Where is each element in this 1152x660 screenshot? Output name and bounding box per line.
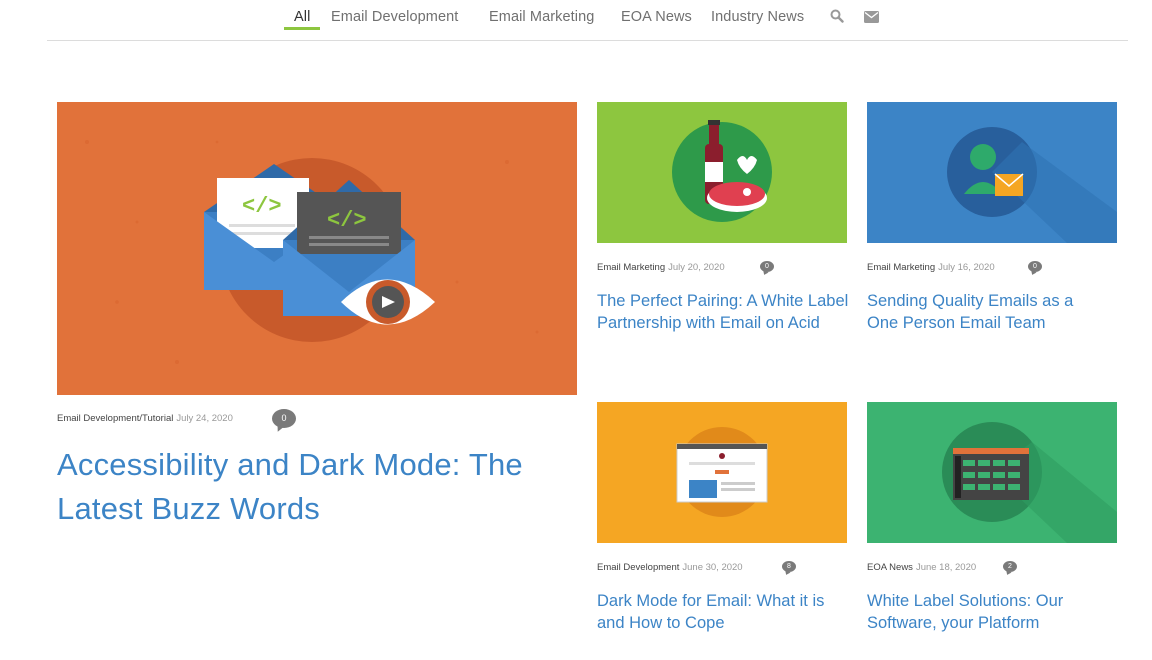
post-category[interactable]: EOA News [867,562,913,573]
post-meta: Email Marketing July 16, 2020 [867,262,995,273]
post-meta: Email Development June 30, 2020 [597,562,743,573]
post-title[interactable]: Dark Mode for Email: What it is and How … [597,590,847,634]
nav-item-email-marketing[interactable]: Email Marketing [489,9,594,25]
post-thumbnail[interactable] [867,102,1117,243]
svg-text:</>: </> [242,194,282,219]
comment-count-icon[interactable]: 0 [1028,261,1042,272]
svg-text:</>: </> [327,208,367,233]
post-thumbnail[interactable] [597,402,847,543]
post-date: June 30, 2020 [682,562,743,573]
post-category[interactable]: Email Marketing [867,262,935,273]
active-tab-indicator [284,27,320,30]
comment-count-icon[interactable]: 8 [782,561,796,572]
post-meta: EOA News June 18, 2020 [867,562,976,573]
post-date: July 24, 2020 [176,413,233,424]
post-date: July 16, 2020 [938,262,995,273]
comment-count-icon[interactable]: 0 [272,409,296,428]
search-icon[interactable] [830,9,844,28]
post-meta: Email Development/Tutorial July 24, 2020 [57,413,233,424]
nav-item-eoa-news[interactable]: EOA News [621,9,692,25]
post-category[interactable]: Email Development [597,562,679,573]
category-nav: All Email Development Email Marketing EO… [0,0,1152,42]
post-meta: Email Marketing July 20, 2020 [597,262,725,273]
nav-divider [47,40,1128,41]
post-thumbnail-featured[interactable]: </> </> [57,102,577,395]
post-thumbnail[interactable] [597,102,847,243]
post-date: July 20, 2020 [668,262,725,273]
post-title[interactable]: Accessibility and Dark Mode: The Latest … [57,443,557,531]
mail-icon[interactable] [864,10,879,28]
post-title[interactable]: Sending Quality Emails as a One Person E… [867,290,1107,334]
nav-item-industry-news[interactable]: Industry News [711,9,804,25]
comment-count-icon[interactable]: 0 [760,261,774,272]
nav-item-email-development[interactable]: Email Development [331,9,458,25]
comment-count-icon[interactable]: 2 [1003,561,1017,572]
post-title[interactable]: White Label Solutions: Our Software, you… [867,590,1097,634]
post-category[interactable]: Email Marketing [597,262,665,273]
post-date: June 18, 2020 [915,562,977,573]
post-category[interactable]: Email Development/Tutorial [57,413,173,424]
nav-item-all[interactable]: All [294,9,310,25]
post-thumbnail[interactable] [867,402,1117,543]
post-title[interactable]: The Perfect Pairing: A White Label Partn… [597,290,849,334]
